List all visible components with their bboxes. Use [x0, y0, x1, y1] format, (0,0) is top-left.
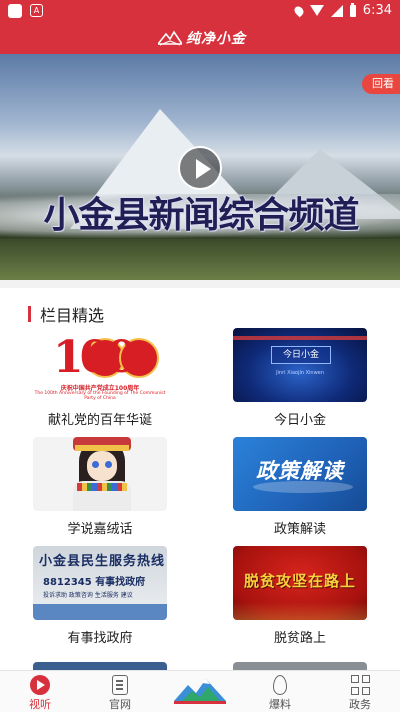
status-time: 6:34: [362, 3, 392, 18]
section-divider: [0, 280, 400, 288]
thumb-title-text: 脱贫攻坚在路上: [243, 572, 356, 590]
program-thumbnail: 政策解读: [233, 437, 367, 511]
program-thumbnail: 今日小金 Jinri Xiaojin Xinwen: [233, 328, 367, 402]
play-button-icon[interactable]: [178, 146, 222, 190]
nav-label: 政务: [349, 698, 371, 711]
app-header: 纯净小金: [0, 22, 400, 54]
program-label: 脱贫路上: [273, 631, 326, 646]
video-bg-ridge: [0, 239, 400, 280]
grid-icon: [350, 675, 370, 695]
anniversary-number: 100: [53, 332, 137, 383]
play-icon: [30, 675, 50, 695]
program-label: 政策解读: [273, 522, 326, 537]
thumb-box-text: 今日小金: [271, 346, 331, 364]
nav-tab-shiting[interactable]: 视听: [12, 673, 68, 712]
program-thumbnail: [33, 437, 167, 511]
bottom-nav: 视听 官网 爆料 政务: [0, 670, 400, 712]
program-label: 今日小金: [273, 413, 326, 428]
replay-button[interactable]: 回看: [362, 74, 400, 94]
program-card[interactable]: 小金县民生服务热线 8812345 有事找政府 投诉求助 政策咨询 生活服务 建…: [33, 546, 167, 646]
nav-label: 视听: [29, 698, 51, 711]
header-logo: 纯净小金: [158, 28, 246, 48]
thumb-glow: [233, 602, 367, 620]
section-title: 栏目精选: [40, 306, 105, 325]
thumb-band: [233, 336, 367, 340]
status-right: 6:34: [292, 2, 392, 18]
next-card-peek: [33, 662, 167, 670]
nav-tab-guanwang[interactable]: 官网: [92, 673, 148, 712]
status-bar: A 6:34: [0, 0, 400, 22]
video-channel-title: 小金县新闻综合频道: [43, 195, 359, 236]
flame-icon: [273, 675, 287, 695]
thumb-sub-text: Jinri Xiaojin Xinwen: [276, 370, 324, 376]
program-thumbnail: 小金县民生服务热线 8812345 有事找政府 投诉求助 政策咨询 生活服务 建…: [33, 546, 167, 620]
notification-icon: [8, 4, 22, 18]
video-player[interactable]: 小金县新闻综合频道 回看: [0, 54, 400, 280]
section-header: 栏目精选: [28, 302, 104, 326]
character-eye-left: [92, 461, 99, 468]
program-thumbnail: 脱贫攻坚在路上: [233, 546, 367, 620]
anniversary-caption-en: The 100th Anniversary of the Founding of…: [34, 391, 166, 401]
program-card[interactable]: 政策解读 政策解读: [233, 437, 367, 537]
hotline-heading: 小金县民生服务热线: [39, 554, 166, 569]
location-icon: [292, 4, 306, 17]
nav-tab-baoliao[interactable]: 爆料: [252, 673, 308, 712]
character-eye-right: [105, 461, 112, 468]
brand-title: 纯净小金: [186, 31, 246, 47]
hotline-services: 投诉求助 政策咨询 生活服务 建议: [43, 592, 133, 599]
next-card-peek: [233, 662, 367, 670]
battery-icon: [349, 2, 356, 17]
program-card[interactable]: 学说嘉绒话: [33, 437, 167, 537]
nav-label: 爆料: [269, 698, 291, 711]
program-card[interactable]: 脱贫攻坚在路上 脱贫路上: [233, 546, 367, 646]
program-label: 有事找政府: [67, 631, 133, 646]
wifi-icon: [309, 5, 324, 16]
nav-label: 官网: [109, 698, 131, 711]
program-label: 献礼党的百年华诞: [47, 413, 152, 428]
mountain-logo-icon[interactable]: [172, 675, 228, 707]
program-label: 学说嘉绒话: [67, 522, 133, 537]
signal-icon: [330, 4, 343, 17]
character-sash: [77, 483, 127, 491]
program-card[interactable]: 今日小金 Jinri Xiaojin Xinwen 今日小金: [233, 328, 367, 428]
program-thumbnail: 100 庆祝中国共产党成立100周年 The 100th Anniversary…: [33, 328, 167, 402]
thumb-title-text: 政策解读: [256, 459, 344, 483]
notification-a-icon: A: [30, 4, 43, 17]
program-card[interactable]: 100 庆祝中国共产党成立100周年 The 100th Anniversary…: [33, 328, 167, 428]
section-accent-bar: [28, 306, 31, 322]
thumb-blue-band: [33, 604, 167, 620]
hotline-number: 8812345 有事找政府: [43, 577, 146, 588]
mountain-icon: [158, 30, 182, 46]
document-icon: [112, 675, 128, 695]
nav-tab-zhengwu[interactable]: 政务: [332, 673, 388, 712]
